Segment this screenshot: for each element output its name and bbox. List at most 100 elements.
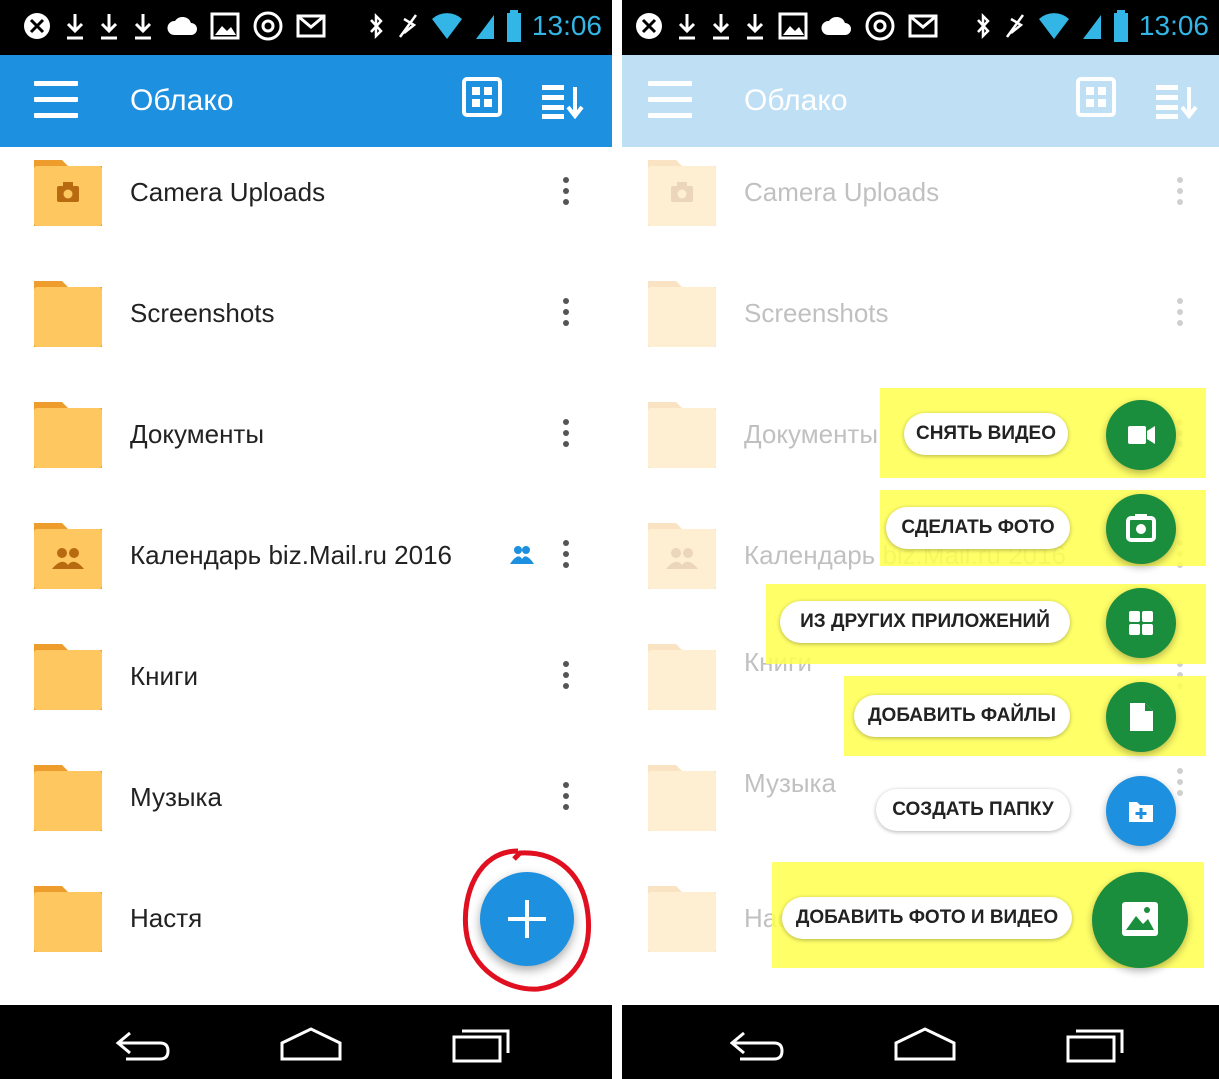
list-item[interactable]: Screenshots (622, 268, 1219, 389)
folder-icon (648, 765, 716, 831)
app-bar: Облако (0, 55, 612, 147)
create-folder-label[interactable]: СОЗДАТЬ ПАПКУ (876, 789, 1070, 831)
folder-name: Screenshots (130, 298, 275, 328)
folder-name: Camera Uploads (744, 177, 940, 207)
status-right: 13:06 (366, 8, 602, 44)
block-icon (636, 13, 662, 39)
gmail-icon (296, 14, 326, 38)
screen-right: 13:06 Облако Camera Uploads Screenshots … (622, 0, 1219, 1079)
recent-apps-icon[interactable] (450, 1023, 514, 1063)
folder-name: Camera Uploads (130, 177, 326, 207)
create-folder-button[interactable] (1106, 776, 1176, 846)
more-icon[interactable] (560, 661, 572, 693)
menu-icon[interactable] (34, 81, 78, 119)
folder-name: Музыка (744, 768, 836, 798)
status-right: 13:06 (973, 8, 1209, 44)
other-apps-label[interactable]: ИЗ ДРУГИХ ПРИЛОЖЕНИЙ (780, 601, 1070, 643)
page-title: Облако (130, 84, 234, 117)
status-bar: 13:06 (0, 0, 612, 55)
folder-icon (648, 281, 716, 347)
folder-name: Screenshots (744, 298, 889, 328)
take-photo-button[interactable] (1106, 494, 1176, 564)
image-icon (778, 12, 808, 40)
record-video-button[interactable] (1106, 400, 1176, 470)
other-apps-button[interactable] (1106, 588, 1176, 658)
at-icon (253, 11, 283, 41)
file-icon (1130, 703, 1153, 731)
wifi-icon (1038, 13, 1069, 39)
image-icon (210, 12, 240, 40)
clock: 13:06 (1138, 10, 1209, 41)
list-item[interactable]: Книги (0, 631, 612, 752)
home-icon[interactable] (892, 1023, 958, 1063)
add-files-button[interactable] (1106, 682, 1176, 752)
download-icon (134, 14, 152, 40)
bluetooth-icon (976, 12, 990, 40)
folder-name: Настя (130, 903, 203, 933)
list-item[interactable]: Screenshots (0, 268, 612, 389)
add-files-label[interactable]: ДОБАВИТЬ ФАЙЛЫ (854, 695, 1070, 737)
take-photo-label[interactable]: СДЕЛАТЬ ФОТО (886, 507, 1070, 549)
download-icon (678, 14, 696, 40)
gmail-icon (908, 14, 938, 38)
battery-icon (1113, 10, 1128, 42)
more-icon[interactable] (560, 419, 572, 451)
cloud-icon (821, 16, 851, 35)
folder-name: Документы (130, 419, 265, 449)
more-icon[interactable] (560, 540, 572, 572)
list-item[interactable]: Camera Uploads (622, 147, 1219, 268)
app-bar: Облако (622, 55, 1219, 147)
list-item[interactable]: Календарь biz.Mail.ru 2016 (0, 510, 612, 631)
grid-view-icon[interactable] (462, 77, 502, 117)
folder-name: Музыка (130, 782, 222, 812)
folder-name: Документы (744, 419, 879, 449)
list-item[interactable]: Документы (0, 389, 612, 510)
back-icon[interactable] (112, 1023, 172, 1063)
folder-icon (34, 402, 102, 468)
apps-icon (1129, 611, 1153, 635)
folder-icon (34, 765, 102, 831)
add-fab-button[interactable] (480, 872, 574, 966)
plus-icon (508, 900, 546, 938)
grid-view-icon[interactable] (1076, 77, 1116, 117)
shared-users-icon (510, 546, 534, 564)
sort-icon[interactable] (540, 83, 584, 119)
folder-name: Календарь biz.Mail.ru 2016 (130, 540, 452, 570)
at-icon (865, 11, 895, 41)
mute-icon (1005, 14, 1024, 38)
record-video-label[interactable]: СНЯТЬ ВИДЕО (904, 413, 1068, 455)
camera-icon (1126, 514, 1156, 542)
download-icon (746, 14, 764, 40)
list-item[interactable]: Camera Uploads (0, 147, 612, 268)
download-icon (712, 14, 730, 40)
photo-icon (1122, 902, 1158, 936)
add-photo-video-label[interactable]: ДОБАВИТЬ ФОТО И ВИДЕО (782, 897, 1072, 939)
home-icon[interactable] (278, 1023, 344, 1063)
folder-icon (648, 402, 716, 468)
more-icon[interactable] (1174, 177, 1186, 209)
more-icon[interactable] (560, 782, 572, 814)
signal-icon (475, 15, 494, 39)
signal-icon (1082, 15, 1101, 39)
more-icon[interactable] (560, 177, 572, 209)
battery-icon (506, 10, 521, 42)
folder-icon (34, 886, 102, 952)
page-title: Облако (744, 84, 848, 117)
clock: 13:06 (531, 10, 602, 41)
back-icon[interactable] (726, 1023, 786, 1063)
add-photo-video-button[interactable] (1092, 872, 1188, 968)
menu-icon[interactable] (648, 81, 692, 119)
more-icon[interactable] (1174, 298, 1186, 330)
folder-icon (648, 886, 716, 952)
recent-apps-icon[interactable] (1064, 1023, 1128, 1063)
camera-folder-icon (648, 160, 716, 226)
divider (612, 0, 622, 1079)
sort-icon[interactable] (1154, 83, 1198, 119)
shared-folder-icon (34, 523, 102, 589)
folder-name: Книги (130, 661, 199, 691)
cloud-icon (167, 16, 197, 35)
navigation-bar (0, 1005, 612, 1079)
folder-icon (34, 644, 102, 710)
more-icon[interactable] (560, 298, 572, 330)
camera-folder-icon (34, 160, 102, 226)
